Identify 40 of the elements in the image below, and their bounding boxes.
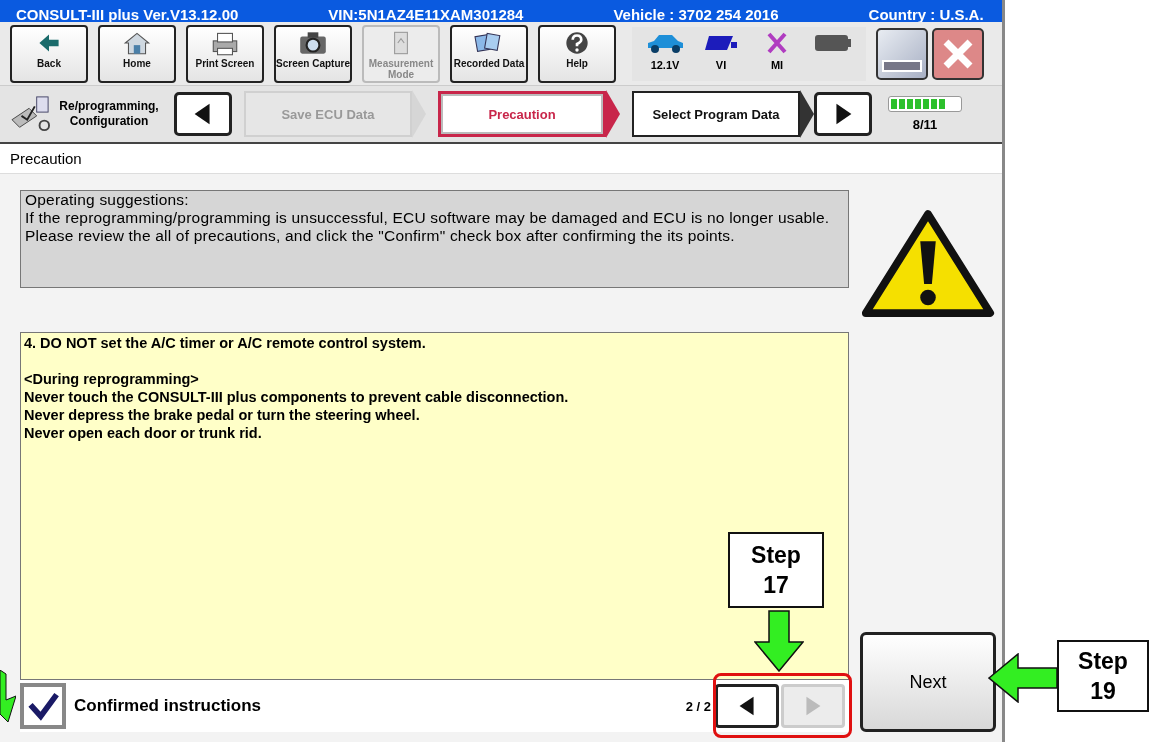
page-title: Precaution bbox=[10, 150, 82, 167]
camera-icon bbox=[297, 29, 329, 56]
confirm-label: Confirmed instructions bbox=[74, 696, 261, 716]
toolbar-button[interactable]: Recorded Data bbox=[450, 24, 528, 83]
instruction-text: Never depress the brake pedal or turn the steering wheel. bbox=[24, 406, 421, 424]
suggestion-text: Please review the all of precautions, and click the "Confirm" check box after confirming the its points. bbox=[25, 227, 736, 245]
page-counter: 2 / 2 bbox=[685, 698, 711, 714]
instruction-text: Never open each door or trunk rid. bbox=[24, 424, 263, 442]
suggestions-heading: Operating suggestions: bbox=[25, 191, 190, 209]
next-button[interactable]: Next bbox=[860, 632, 996, 732]
instruction-text: Never touch the CONSULT-III plus components to prevent cable disconnection. bbox=[24, 388, 570, 406]
status-label: MI bbox=[770, 58, 784, 71]
progress-label: 8/11 bbox=[912, 117, 938, 132]
previous-page-button[interactable] bbox=[715, 684, 779, 728]
confirm-checkbox[interactable] bbox=[20, 683, 66, 729]
status-label: 12.1V bbox=[650, 58, 680, 71]
warning-icon bbox=[860, 208, 996, 320]
toolbar-button[interactable]: Help bbox=[538, 24, 616, 83]
vehicle-text: Vehicle : 3702 254 2016 bbox=[613, 7, 779, 22]
toolbar-button[interactable]: Screen Capture bbox=[274, 24, 352, 83]
step-callout: Step 17 bbox=[728, 532, 824, 608]
step-callout: Step 19 bbox=[1057, 640, 1149, 712]
step-tab[interactable]: Select Program Data bbox=[632, 91, 800, 137]
close-button[interactable] bbox=[932, 27, 984, 80]
step-tab[interactable]: Precaution bbox=[438, 91, 606, 137]
next-step-button[interactable] bbox=[814, 92, 872, 136]
instruction-text: 4. DO NOT set the A/C timer or A/C remote control system. bbox=[24, 334, 427, 352]
section-title: Re/programming, Configuration bbox=[58, 99, 160, 129]
previous-button[interactable] bbox=[174, 92, 232, 136]
down-arrow bbox=[754, 610, 804, 672]
pointer-arrow bbox=[0, 670, 16, 722]
status-label: VI bbox=[715, 58, 727, 71]
suggestion-text: If the reprogramming/programming is unsuccessful, ECU software may be damaged and ECU is no longer usable. bbox=[25, 209, 831, 227]
minimize-button[interactable] bbox=[876, 27, 928, 80]
vin-text: VIN:5N1AZ4E11XAM301284 bbox=[328, 7, 524, 22]
toolbar-button[interactable]: Home bbox=[98, 24, 176, 83]
instruction-text: <During reprogramming> bbox=[24, 370, 200, 388]
left-arrow bbox=[988, 653, 1058, 703]
toolbar-button[interactable]: Print Screen bbox=[186, 24, 264, 83]
toolbar-button[interactable]: Back bbox=[10, 24, 88, 83]
